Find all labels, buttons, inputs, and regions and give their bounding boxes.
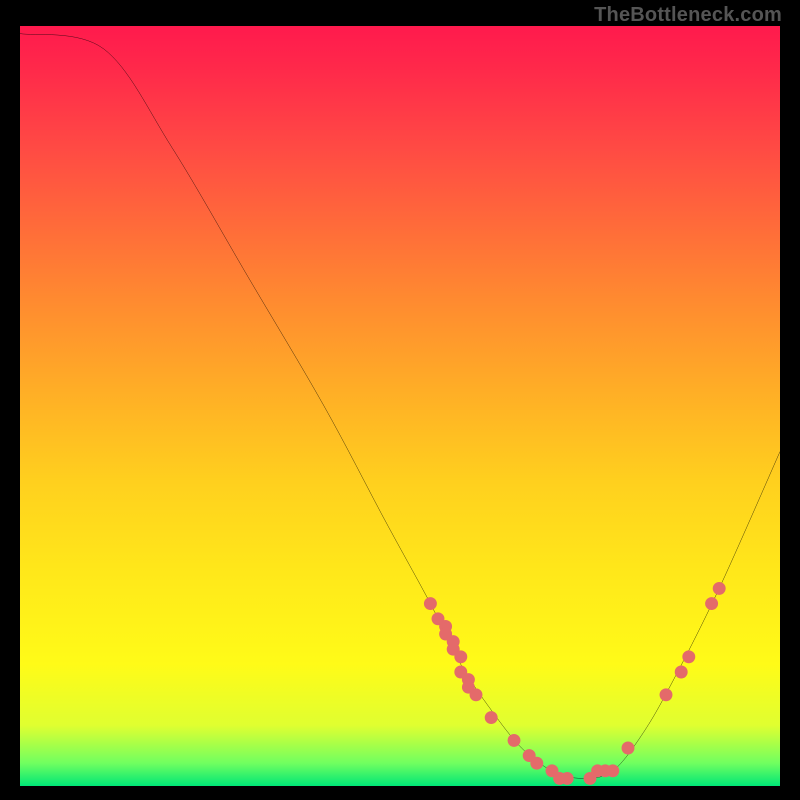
scatter-dot (530, 757, 543, 770)
scatter-dot (470, 688, 483, 701)
scatter-dot (622, 742, 635, 755)
chart-stage: TheBottleneck.com (0, 0, 800, 800)
watermark-text: TheBottleneck.com (594, 4, 782, 27)
scatter-dot (705, 597, 718, 610)
scatter-dot (682, 650, 695, 663)
scatter-dot (713, 582, 726, 595)
scatter-dot (485, 711, 498, 724)
scatter-dot (454, 650, 467, 663)
scatter-dot (660, 688, 673, 701)
scatter-dot (508, 734, 521, 747)
scatter-dot (675, 666, 688, 679)
scatter-dot (606, 764, 619, 777)
scatter-dot (424, 597, 437, 610)
curve-layer (20, 26, 780, 786)
bottleneck-curve-path (20, 34, 780, 779)
scatter-dots-group (424, 582, 726, 785)
scatter-dot (561, 772, 574, 785)
plot-area (20, 26, 780, 786)
